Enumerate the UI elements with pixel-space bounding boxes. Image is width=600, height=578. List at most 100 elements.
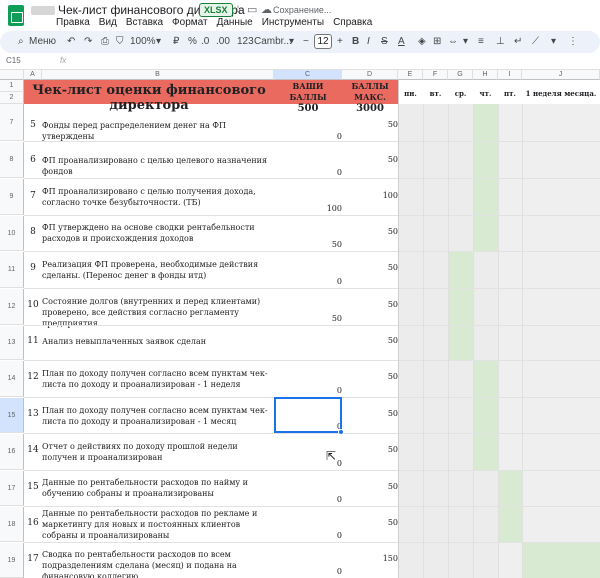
- zoom-select[interactable]: 100%: [130, 35, 156, 49]
- item-number[interactable]: 11: [24, 336, 42, 346]
- score-value[interactable]: 0: [276, 495, 342, 504]
- select-all-corner[interactable]: [0, 70, 24, 80]
- item-text[interactable]: План по доходу получен согласно всем пун…: [42, 405, 272, 427]
- vertical-align-icon[interactable]: ⊥: [496, 35, 505, 49]
- item-number[interactable]: 14: [24, 445, 42, 455]
- star-icon[interactable]: ☆: [233, 3, 243, 16]
- bold-button[interactable]: B: [352, 35, 359, 49]
- max-score-value[interactable]: 50: [342, 263, 398, 272]
- item-text[interactable]: Сводка по рентабельности расходов по все…: [42, 549, 272, 578]
- item-number[interactable]: 8: [24, 227, 42, 237]
- row-header-1[interactable]: 1: [0, 80, 24, 92]
- item-text[interactable]: План по доходу получен согласно всем пун…: [42, 368, 272, 390]
- row-header-selected[interactable]: 15: [0, 398, 24, 433]
- score-value[interactable]: 0: [276, 386, 342, 395]
- row-header[interactable]: 18: [0, 507, 24, 542]
- horizontal-align-icon[interactable]: ≡: [478, 35, 484, 49]
- score-value[interactable]: 50: [276, 240, 342, 249]
- max-score-value[interactable]: 50: [342, 409, 398, 418]
- sheets-logo-icon[interactable]: [8, 5, 24, 26]
- column-header-a[interactable]: A: [24, 70, 42, 80]
- menu-edit[interactable]: Правка: [56, 17, 90, 28]
- item-number[interactable]: 15: [24, 482, 42, 492]
- undo-icon[interactable]: ↶: [67, 35, 75, 49]
- search-menus-label[interactable]: Меню: [29, 35, 56, 49]
- item-number[interactable]: 10: [24, 300, 42, 310]
- row-header[interactable]: 7: [0, 104, 24, 141]
- item-number[interactable]: 7: [24, 191, 42, 201]
- item-text[interactable]: Данные по рентабельности расходов по рек…: [42, 508, 272, 541]
- score-value[interactable]: 0: [276, 277, 342, 286]
- item-number[interactable]: 17: [24, 554, 42, 564]
- row-header[interactable]: 16: [0, 434, 24, 470]
- fill-handle[interactable]: [338, 429, 344, 435]
- italic-button[interactable]: I: [367, 35, 370, 49]
- column-header-j[interactable]: J: [522, 70, 600, 80]
- score-value[interactable]: 100: [276, 204, 342, 213]
- search-menus-icon[interactable]: ⌕: [18, 35, 24, 49]
- row-header[interactable]: 8: [0, 142, 24, 178]
- item-number[interactable]: 12: [24, 372, 42, 382]
- column-header-g[interactable]: G: [448, 70, 473, 80]
- menu-format[interactable]: Формат: [172, 17, 208, 28]
- increase-decimals-button[interactable]: .00: [216, 35, 230, 49]
- row-header[interactable]: 10: [0, 216, 24, 251]
- max-score-value[interactable]: 50: [342, 300, 398, 309]
- max-score-value[interactable]: 50: [342, 372, 398, 381]
- item-text[interactable]: Отчет о действиях по доходу прошлой неде…: [42, 441, 272, 463]
- name-box[interactable]: C15: [6, 56, 21, 65]
- row-header[interactable]: 11: [0, 252, 24, 288]
- plus-icon[interactable]: +: [337, 35, 343, 49]
- more-options-icon[interactable]: ⋮: [568, 35, 578, 49]
- redo-icon[interactable]: ↷: [84, 35, 92, 49]
- column-header-h[interactable]: H: [473, 70, 498, 80]
- item-text[interactable]: Анализ невыплаченных заявок сделан: [42, 336, 272, 347]
- menu-data[interactable]: Данные: [217, 17, 253, 28]
- score-value[interactable]: 0: [276, 567, 342, 576]
- column-header-d[interactable]: D: [342, 70, 398, 80]
- borders-icon[interactable]: ⊞: [433, 35, 441, 49]
- item-text[interactable]: Фонды перед распределением денег на ФП у…: [42, 120, 272, 142]
- active-cell-selection[interactable]: [274, 397, 344, 435]
- score-value[interactable]: 0: [276, 132, 342, 141]
- font-size-input[interactable]: 12: [314, 34, 332, 49]
- row-header-2[interactable]: 2: [0, 92, 24, 104]
- paint-format-icon[interactable]: ⛉: [116, 35, 124, 49]
- menu-view[interactable]: Вид: [99, 17, 117, 28]
- item-text[interactable]: ФП проанализировано с целью получения до…: [42, 186, 272, 208]
- chevron-down-icon[interactable]: ▾: [551, 35, 556, 49]
- row-header[interactable]: 13: [0, 326, 24, 360]
- fill-color-icon[interactable]: ◈: [418, 35, 426, 49]
- max-score-value[interactable]: 50: [342, 482, 398, 491]
- minus-icon[interactable]: −: [303, 35, 309, 49]
- percent-format-button[interactable]: %: [188, 35, 197, 49]
- max-score-value[interactable]: 50: [342, 518, 398, 527]
- font-select[interactable]: Cambr...: [254, 35, 292, 49]
- max-score-value[interactable]: 50: [342, 155, 398, 164]
- column-header-c[interactable]: C: [274, 70, 342, 80]
- max-score-value[interactable]: 50: [342, 227, 398, 236]
- item-number[interactable]: 6: [24, 155, 42, 165]
- column-header-i[interactable]: I: [498, 70, 522, 80]
- max-score-value[interactable]: 50: [342, 445, 398, 454]
- number-format-button[interactable]: 123: [237, 35, 254, 49]
- item-text[interactable]: Данные по рентабельности расходов по най…: [42, 477, 272, 499]
- item-number[interactable]: 13: [24, 409, 42, 419]
- decrease-decimals-button[interactable]: .0: [201, 35, 209, 49]
- merge-cells-icon[interactable]: ⇔: [448, 35, 458, 49]
- column-header-e[interactable]: E: [398, 70, 423, 80]
- menu-insert[interactable]: Вставка: [126, 17, 163, 28]
- menu-help[interactable]: Справка: [333, 17, 372, 28]
- max-score-value[interactable]: 150: [342, 554, 398, 563]
- score-value[interactable]: 50: [276, 314, 342, 323]
- item-text[interactable]: Реализация ФП проверена, необходимые дей…: [42, 259, 272, 281]
- max-score-value[interactable]: 50: [342, 336, 398, 345]
- item-number[interactable]: 16: [24, 518, 42, 528]
- text-rotation-icon[interactable]: ⟋: [532, 35, 539, 49]
- text-color-button[interactable]: A: [398, 35, 405, 49]
- spreadsheet-grid[interactable]: A B C D E F G H I J 1 2 Чек-лист оценки …: [0, 70, 600, 578]
- row-header[interactable]: 12: [0, 289, 24, 325]
- chevron-down-icon[interactable]: ▾: [463, 35, 468, 49]
- column-header-b[interactable]: B: [42, 70, 274, 80]
- menu-tools[interactable]: Инструменты: [262, 17, 324, 28]
